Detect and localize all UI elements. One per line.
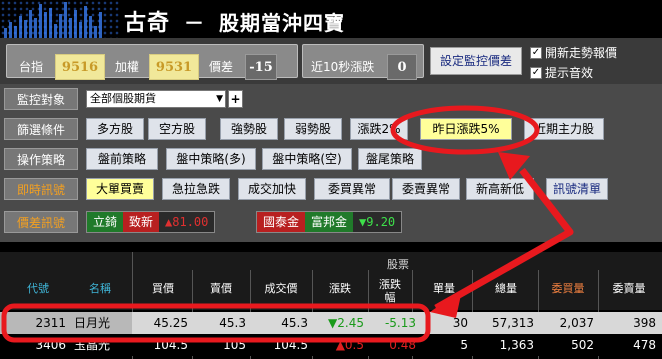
strategy-premarket-button[interactable]: 盤前策略 (86, 148, 158, 170)
cell-last: 45.3 (281, 316, 308, 330)
set-monitor-spread-button[interactable]: 設定監控價差 (430, 47, 522, 75)
cell-change-pct: -5.13 (384, 316, 416, 330)
cell-code: 3406 (35, 338, 66, 352)
monitor-target-select[interactable]: 全部個股期貨 ▼ (86, 90, 226, 108)
cell-single-volume: 5 (460, 338, 468, 352)
col-code[interactable]: 代號 (8, 282, 68, 295)
open-trend-quote-label: 開新走勢報價 (545, 46, 618, 60)
cell-change: ▼2.45 (328, 316, 364, 330)
strategy-label: 操作策略 (4, 148, 78, 170)
header-chart-decoration (0, 0, 115, 38)
signal-surge-plunge-button[interactable]: 急拉急跌 (162, 178, 230, 200)
cell-last: 104.5 (273, 338, 308, 352)
control-panel: 監控對象 全部個股期貨 ▼ + 篩選條件 多方股 空方股 強勢股 弱勢股 漲跌2… (0, 84, 662, 242)
pair-1-stock-a: 立錡 (87, 212, 124, 232)
col-last[interactable]: 成交價 (252, 282, 310, 295)
cell-bid: 104.5 (153, 338, 188, 352)
weighted-index-value: 9531 (149, 54, 199, 80)
taiex-futures-label: 台指 (19, 60, 44, 74)
cell-ask-volume: 478 (633, 338, 656, 352)
chevron-down-icon[interactable]: ▼ (216, 91, 223, 107)
monitor-target-value: 全部個股期貨 (90, 92, 156, 105)
add-target-button[interactable]: + (228, 90, 243, 108)
cell-change: ▲0.5 (335, 338, 364, 352)
strategy-intraday-short-button[interactable]: 盤中策略(空) (262, 148, 352, 170)
table-row[interactable]: 3406 玉晶光 104.5 105 104.5 ▲0.5 0.48 5 1,3… (0, 334, 662, 356)
signal-bid-abnormal-button[interactable]: 委買異常 (314, 178, 390, 200)
cell-ask: 45.3 (219, 316, 246, 330)
spread-value: -15 (245, 54, 277, 80)
cell-total-volume: 1,363 (499, 338, 534, 352)
cell-bid-volume: 502 (571, 338, 594, 352)
col-ask-volume[interactable]: 委賣量 (600, 282, 658, 295)
table-row[interactable]: 2311 日月光 45.25 45.3 45.3 ▼2.45 -5.13 30 … (0, 312, 662, 334)
col-name[interactable]: 名稱 (70, 282, 130, 295)
pair-2-spread-value: ▼9.20 (353, 212, 402, 232)
quote-table-header: 股票 代號 名稱 買價 賣價 成交價 漲跌 漲跌 幅 單量 總量 委買量 委賣量 (0, 252, 662, 310)
filter-main-force-button[interactable]: 近期主力股 (524, 118, 604, 140)
col-bid[interactable]: 買價 (136, 282, 190, 295)
signal-list-button[interactable]: 訊號清單 (546, 178, 608, 200)
filter-strong-button[interactable]: 強勢股 (220, 118, 278, 140)
filter-yesterday-5pct-button[interactable]: 昨日漲跌5% (420, 118, 512, 140)
filter-label: 篩選條件 (4, 118, 78, 140)
cell-bid-volume: 2,037 (559, 316, 594, 330)
app-brand: 古奇 (124, 11, 171, 36)
cell-ask-volume: 398 (633, 316, 656, 330)
spread-pair-2[interactable]: 國泰金 富邦金 ▼9.20 (256, 211, 403, 233)
filter-bullish-button[interactable]: 多方股 (86, 118, 144, 140)
signal-big-order-button[interactable]: 大單買賣 (86, 178, 154, 200)
strategy-close-button[interactable]: 盤尾策略 (358, 148, 422, 170)
recent-change-label: 近10秒漲跌 (311, 60, 375, 74)
weighted-index-label: 加權 (115, 60, 140, 74)
recent-change-value: 0 (387, 54, 417, 80)
filter-change-2pct-button[interactable]: 漲跌2% (350, 118, 408, 140)
filter-bearish-button[interactable]: 空方股 (148, 118, 206, 140)
cell-code: 2311 (0, 312, 70, 334)
spread-label: 價差 (209, 60, 234, 74)
app-subtitle: 股期當沖四寶 (218, 11, 345, 35)
index-group: 台指 9516 加權 9531 價差 -15 (6, 44, 298, 80)
sound-alert-checkbox[interactable]: ✓ 提示音效 (530, 64, 593, 81)
app-header: 古奇 － 股期當沖四寶 (0, 0, 662, 38)
sound-alert-label: 提示音效 (545, 66, 594, 80)
signal-ask-abnormal-button[interactable]: 委賣異常 (392, 178, 460, 200)
strategy-intraday-long-button[interactable]: 盤中策略(多) (166, 148, 256, 170)
cell-bid: 45.25 (153, 316, 188, 330)
stock-group-header: 股票 (387, 258, 409, 271)
checkbox-icon[interactable]: ✓ (530, 66, 542, 79)
cell-total-volume: 57,313 (492, 316, 534, 330)
monitor-target-label: 監控對象 (4, 88, 78, 110)
cell-name: 日月光 (70, 312, 132, 334)
col-change[interactable]: 漲跌 (314, 282, 366, 295)
pair-1-spread-value: ▲81.00 (159, 212, 215, 232)
cell-single-volume: 30 (452, 316, 468, 330)
col-change-pct[interactable]: 漲跌 幅 (370, 278, 410, 304)
col-bid-volume[interactable]: 委買量 (540, 282, 596, 295)
col-ask[interactable]: 賣價 (194, 282, 248, 295)
checkbox-icon[interactable]: ✓ (530, 46, 542, 59)
cell-ask: 105 (223, 338, 246, 352)
cell-name: 玉晶光 (74, 338, 111, 352)
instant-signal-label: 即時訊號 (4, 178, 78, 200)
title-dash: － (183, 11, 205, 35)
spread-signal-label: 價差訊號 (4, 211, 78, 233)
open-trend-quote-checkbox[interactable]: ✓ 開新走勢報價 (530, 44, 617, 61)
col-total-volume[interactable]: 總量 (476, 282, 536, 295)
pair-2-stock-b: 富邦金 (305, 212, 354, 232)
pair-1-stock-b: 致新 (123, 212, 160, 232)
signal-fast-trade-button[interactable]: 成交加快 (238, 178, 306, 200)
pair-2-stock-a: 國泰金 (257, 212, 306, 232)
signal-new-high-low-button[interactable]: 新高新低 (466, 178, 534, 200)
col-single-volume[interactable]: 單量 (424, 282, 464, 295)
spread-pair-1[interactable]: 立錡 致新 ▲81.00 (86, 211, 216, 233)
index-bar: 台指 9516 加權 9531 價差 -15 近10秒漲跌 0 設定監控價差 ✓… (0, 38, 662, 84)
recent-change-group: 近10秒漲跌 0 (302, 44, 424, 80)
app-title: 古奇 － 股期當沖四寶 (124, 5, 345, 37)
filter-weak-button[interactable]: 弱勢股 (284, 118, 342, 140)
cell-change-pct: 0.48 (389, 338, 416, 352)
taiex-futures-value: 9516 (55, 54, 105, 80)
